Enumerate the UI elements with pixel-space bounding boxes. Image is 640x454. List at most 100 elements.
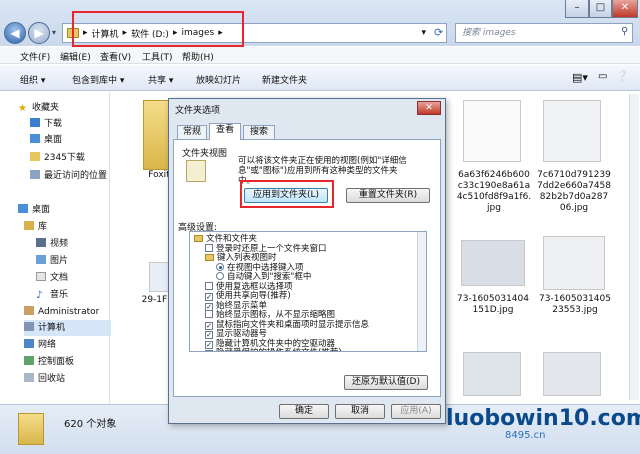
dialog-close-button[interactable]: ✕ [417, 101, 441, 115]
settings-row[interactable]: ✓隐藏受保护的操作系统文件(推荐) [205, 348, 342, 351]
nav-desktop[interactable]: 桌面 [18, 202, 126, 218]
refresh-icon[interactable]: ⟳ [434, 26, 443, 39]
checkbox-icon[interactable] [205, 310, 213, 318]
search-input[interactable]: 搜索 images [455, 23, 633, 43]
highlight-box-address [72, 11, 244, 47]
image-thumbnail[interactable] [461, 240, 525, 286]
maximize-button[interactable]: □ [589, 0, 612, 18]
desktop-icon [30, 134, 40, 143]
checked-checkbox-icon[interactable]: ✓ [205, 350, 213, 351]
file-name-line: 73-1605031405 [539, 294, 611, 304]
music-library-icon: ♪ [36, 290, 43, 301]
control-panel-icon [24, 356, 34, 365]
nav-control-panel-label: 控制面板 [38, 357, 75, 367]
image-thumbnail[interactable] [543, 352, 601, 396]
menu-help[interactable]: 帮助(H) [182, 50, 214, 63]
reset-folders-button[interactable]: 重置文件夹(R) [346, 188, 430, 203]
file-name-line: 82b2b7d0a287 [539, 192, 609, 202]
file-name-line: 06.jpg [559, 203, 589, 213]
checkbox-icon[interactable] [205, 281, 213, 290]
tab-general[interactable]: 常规 [177, 125, 207, 140]
file-name-line: 23553.jpg [552, 305, 598, 315]
nav-documents-label: 文档 [50, 273, 69, 283]
computer-icon [24, 322, 34, 331]
file-name[interactable]: 6a63f6246b600 c33c190e8a61a 4c510fd8f9a1… [455, 170, 533, 214]
preview-pane-icon[interactable]: ▭ [598, 71, 607, 82]
radio-button-icon[interactable] [216, 262, 224, 271]
image-thumbnail[interactable] [543, 236, 605, 290]
new-folder-button[interactable]: 新建文件夹 [262, 73, 307, 86]
settings-row-label: 登录时还原上一个文件夹窗口 [216, 243, 327, 254]
tab-view[interactable]: 查看 [209, 123, 241, 140]
nav-videos-label: 视频 [50, 239, 69, 249]
minimize-button[interactable]: – [565, 0, 589, 18]
cancel-button[interactable]: 取消 [335, 404, 385, 419]
settings-row-label: 隐藏受保护的操作系统文件(推荐) [216, 348, 342, 351]
radio-button-icon[interactable] [216, 272, 224, 280]
folder-icon [18, 413, 44, 445]
address-dropdown-icon[interactable]: ▾ [421, 28, 426, 38]
file-name-line: 4c510fd8f9a1f6. [456, 192, 532, 202]
nav-administrator-label: Administrator [38, 307, 100, 317]
menu-tools[interactable]: 工具(T) [142, 50, 173, 63]
dialog-title: 文件夹选项 [175, 106, 221, 116]
file-name-line: 7dd2e660a7458 [536, 181, 611, 191]
advanced-settings-tree[interactable]: 文件和文件夹 登录时还原上一个文件夹窗口 键入列表视图时 在视图中选择键入项 自动键入到… [189, 231, 427, 352]
nav-pictures-label: 图片 [50, 256, 69, 266]
slideshow-button[interactable]: 放映幻灯片 [196, 73, 241, 86]
restore-defaults-button[interactable]: 还原为默认值(D) [344, 375, 428, 390]
image-thumbnail[interactable] [149, 262, 169, 292]
item-count: 620 个对象 [64, 419, 117, 430]
search-placeholder: 搜索 images [462, 28, 516, 38]
file-name-line: c33c190e8a61a [457, 181, 531, 191]
back-icon[interactable]: ◀ [4, 22, 26, 44]
nav-desktop-fav-label: 桌面 [44, 135, 63, 145]
file-name-line: 73-1605031404 [457, 294, 529, 304]
file-name[interactable]: 7c6710d791239 7dd2e660a7458 82b2b7d0a287… [535, 170, 613, 214]
menu-bar: 文件(F) 编辑(E) 查看(V) 工具(T) 帮助(H) [0, 47, 640, 64]
tree-scrollbar[interactable] [417, 232, 426, 351]
nav-library-label: 库 [38, 222, 48, 232]
file-name[interactable]: 73-1605031404 151D.jpg [453, 294, 533, 316]
organize-button[interactable]: 组织 ▾ [20, 73, 45, 86]
settings-row-label: 使用复选框以选择项 [216, 281, 293, 292]
image-thumbnail[interactable] [463, 352, 521, 396]
settings-row-label: 在视图中选择键入项 [227, 262, 304, 273]
command-toolbar: 组织 ▾ 包含到库中 ▾ 共享 ▾ 放映幻灯片 新建文件夹 ▤▾ ▭ ❔ [0, 65, 640, 91]
watermark-logo: luobowin10.com [446, 406, 640, 431]
recent-pages-icon[interactable]: ▾ [52, 28, 56, 37]
forward-icon[interactable]: ▶ [28, 22, 50, 44]
video-library-icon [36, 238, 46, 247]
pictures-library-icon [36, 255, 46, 264]
highlight-box-apply [240, 180, 334, 208]
ok-button[interactable]: 确定 [279, 404, 329, 419]
description-line: 可以将该文件夹正在使用的视图(例如"详细信 [238, 156, 407, 166]
tab-search[interactable]: 搜索 [243, 125, 275, 140]
nav-computer-label: 计算机 [38, 323, 66, 333]
nav-desktop-label: 桌面 [32, 205, 51, 215]
folder-icon [194, 235, 203, 242]
user-folder-icon [24, 306, 34, 315]
image-thumbnail[interactable] [463, 100, 521, 162]
menu-edit[interactable]: 编辑(E) [60, 50, 91, 63]
vertical-scrollbar[interactable] [629, 94, 639, 400]
file-name-line: jpg [487, 203, 501, 213]
menu-file[interactable]: 文件(F) [20, 50, 50, 63]
nav-favorites[interactable]: ★ 收藏夹 [18, 100, 126, 116]
file-name[interactable]: 73-1605031405 23553.jpg [535, 294, 615, 316]
close-window-button[interactable]: ✕ [612, 0, 638, 18]
folder-view-icon [186, 160, 206, 182]
share-button[interactable]: 共享 ▾ [148, 73, 173, 86]
settings-row-label: 鼠标指向文件夹和桌面项时显示提示信息 [216, 319, 370, 330]
nav-favorites-label: 收藏夹 [32, 103, 60, 113]
apply-button[interactable]: 应用(A) [391, 404, 441, 419]
navigation-pane: ★ 收藏夹 下载 桌面 2345下载 最近访问的位置 桌面 库 视频 图片 文档 … [0, 92, 132, 404]
menu-view[interactable]: 查看(V) [100, 50, 131, 63]
image-thumbnail[interactable] [543, 100, 601, 162]
checkbox-icon[interactable] [205, 243, 213, 252]
help-icon[interactable]: ❔ [616, 71, 628, 82]
include-in-library-button[interactable]: 包含到库中 ▾ [72, 73, 124, 86]
view-options-icon[interactable]: ▤▾ [572, 71, 588, 84]
file-name-line: 6a63f6246b600 [458, 170, 530, 180]
search-icon[interactable]: ⚲ [621, 26, 628, 37]
